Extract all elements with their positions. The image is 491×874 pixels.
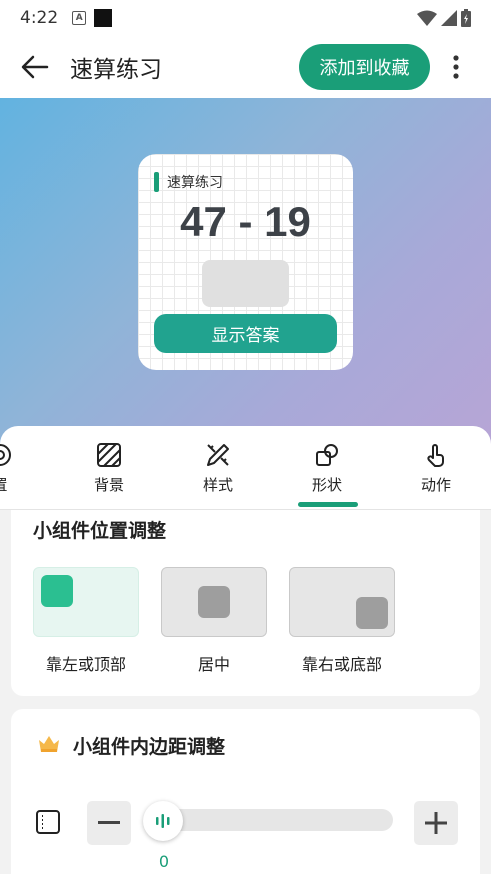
grip-icon bbox=[156, 814, 170, 828]
position-option-label: 居中 bbox=[197, 655, 230, 674]
position-option-center[interactable] bbox=[161, 567, 267, 637]
padding-icon bbox=[36, 810, 60, 834]
more-options-button[interactable] bbox=[440, 48, 472, 86]
position-option-right-bottom[interactable] bbox=[289, 567, 395, 637]
tab-background[interactable]: 背景 bbox=[69, 442, 149, 502]
widget-preview-area: 速算练习 47 - 19 显示答案 bbox=[0, 98, 491, 448]
tab-label: 置 bbox=[0, 474, 8, 495]
editor-tabs: 置 背景 样式 形状 动作 bbox=[0, 426, 491, 510]
position-marker bbox=[356, 597, 388, 629]
increase-padding-button[interactable] bbox=[414, 801, 458, 845]
position-card: 小组件位置调整 靠左或顶部 居中 靠右或底部 bbox=[11, 510, 480, 696]
wifi-icon bbox=[417, 10, 437, 26]
tab-shape[interactable]: 形状 bbox=[287, 442, 367, 502]
position-card-title: 小组件位置调整 bbox=[33, 520, 167, 542]
tab-label: 背景 bbox=[93, 476, 124, 494]
tab-action[interactable]: 动作 bbox=[396, 442, 476, 502]
page-title: 速算练习 bbox=[70, 57, 162, 83]
decrease-padding-button[interactable] bbox=[87, 801, 131, 845]
padding-card-title: 小组件内边距调整 bbox=[73, 736, 226, 758]
add-to-favorites-button[interactable]: 添加到收藏 bbox=[299, 44, 430, 90]
position-option-left-top[interactable] bbox=[33, 567, 139, 637]
padding-card: 小组件内边距调整 0 bbox=[11, 709, 480, 874]
arrow-left-icon bbox=[21, 55, 49, 79]
tab-label: 形状 bbox=[311, 476, 342, 494]
a-badge-icon: A bbox=[72, 11, 87, 25]
hatch-icon bbox=[97, 443, 121, 467]
battery-icon bbox=[461, 9, 471, 27]
padding-slider-track[interactable] bbox=[156, 809, 393, 831]
position-marker bbox=[41, 575, 73, 607]
position-marker bbox=[198, 586, 230, 618]
position-option-label: 靠右或底部 bbox=[301, 655, 382, 674]
tab-label: 样式 bbox=[202, 476, 233, 494]
show-answer-button[interactable]: 显示答案 bbox=[154, 314, 337, 353]
minus-icon bbox=[98, 821, 120, 824]
tab-style[interactable]: 样式 bbox=[178, 442, 258, 502]
back-button[interactable] bbox=[0, 36, 70, 98]
shapes-icon bbox=[316, 444, 338, 466]
padding-slider-thumb[interactable] bbox=[143, 801, 183, 841]
widget-preview: 速算练习 47 - 19 显示答案 bbox=[138, 154, 353, 370]
more-vertical-icon bbox=[453, 55, 459, 79]
widget-label: 速算练习 bbox=[154, 172, 223, 192]
crown-icon bbox=[39, 736, 59, 752]
app-bar: 速算练习 添加到收藏 bbox=[0, 36, 491, 98]
answer-placeholder bbox=[202, 260, 289, 307]
padding-value: 0 bbox=[158, 852, 170, 871]
plus-icon bbox=[425, 812, 447, 834]
status-icons bbox=[417, 9, 471, 27]
math-expression: 47 - 19 bbox=[180, 198, 311, 245]
status-time: 4:22 bbox=[20, 8, 59, 28]
target-icon bbox=[0, 444, 11, 466]
pencil-ruler-icon bbox=[207, 444, 229, 466]
tab-label: 动作 bbox=[420, 476, 451, 494]
tab-indicator bbox=[298, 502, 358, 507]
widget-label-text: 速算练习 bbox=[167, 175, 223, 191]
notification-square-icon bbox=[94, 9, 113, 27]
signal-icon bbox=[441, 10, 457, 26]
tap-icon bbox=[427, 444, 444, 467]
tab-position[interactable]: 置 bbox=[0, 442, 40, 502]
position-option-label: 靠左或顶部 bbox=[45, 655, 126, 674]
accent-bar bbox=[154, 172, 159, 192]
status-bar: 4:22 A bbox=[0, 0, 491, 36]
